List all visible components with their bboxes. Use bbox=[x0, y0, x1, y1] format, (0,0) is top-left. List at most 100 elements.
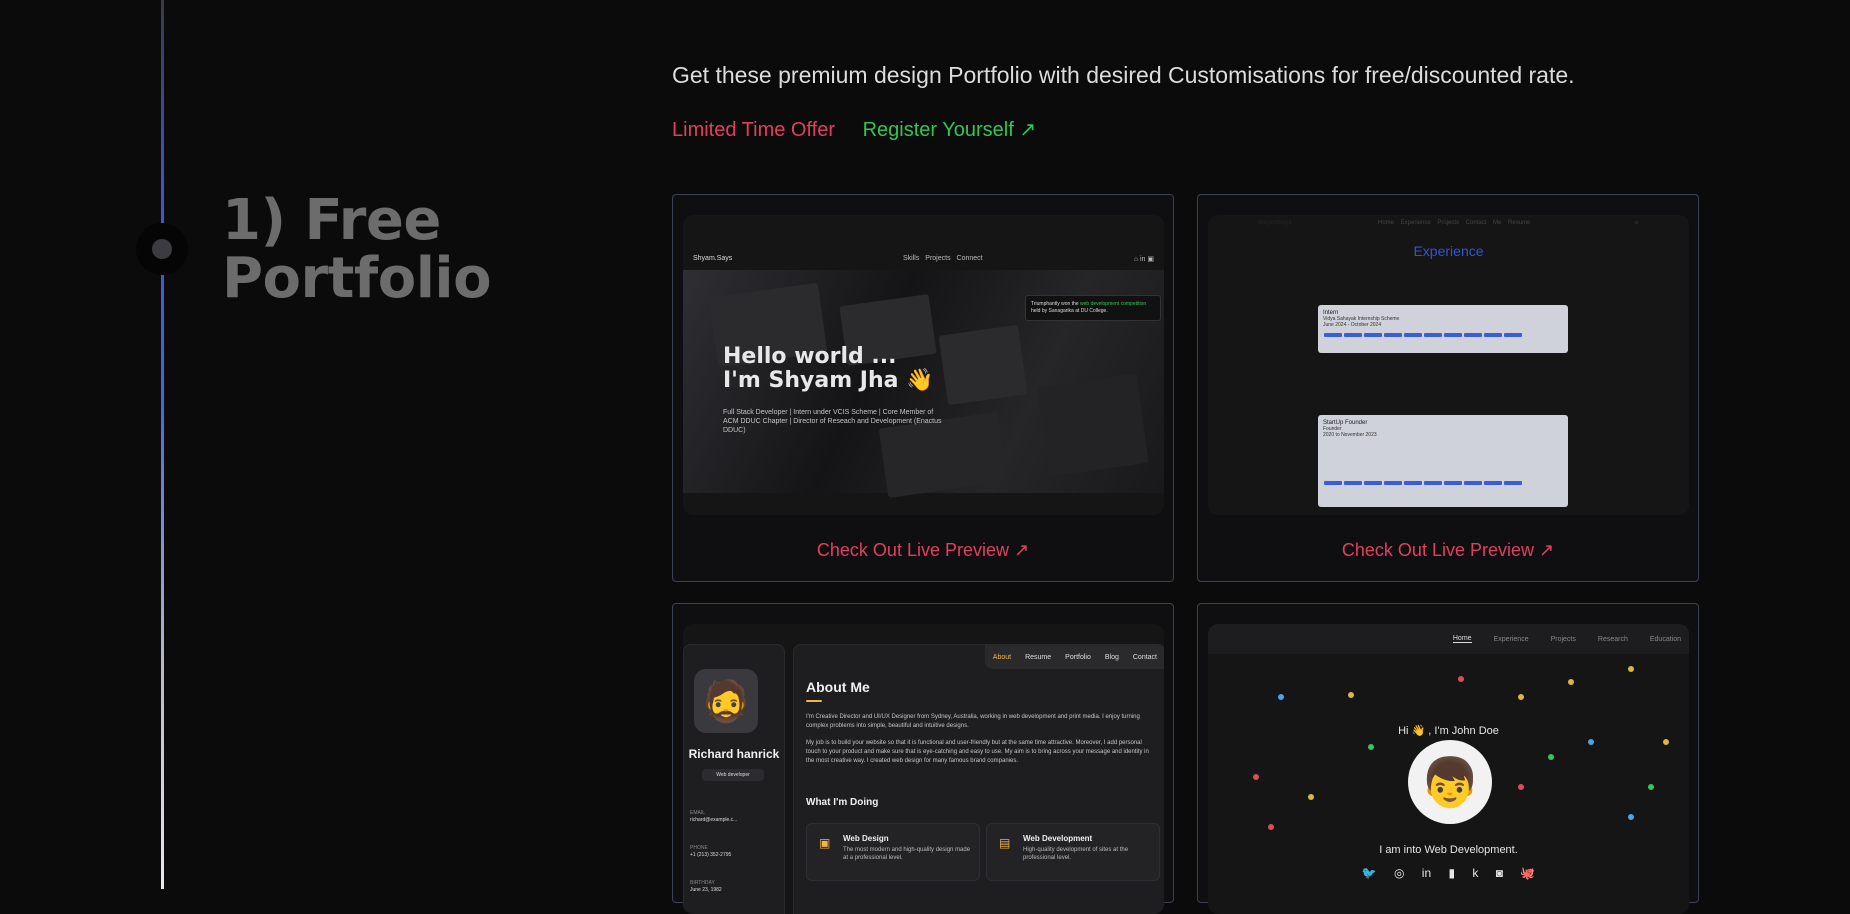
about-paragraph: I'm Creative Director and UI/UX Designer… bbox=[806, 714, 1140, 729]
service-desc: High-quality development of sites at the… bbox=[1023, 847, 1129, 861]
intro-text: Get these premium design Portfolio with … bbox=[672, 62, 1575, 88]
social-icons: 🐦 ◎ in ▮ k ◙ 🐙 bbox=[1361, 866, 1536, 880]
portfolio-screenshot-3: 🧔 Richard hanrick Web developer EMAIL ri… bbox=[683, 624, 1164, 914]
theme-toggle-icon: ☼ bbox=[1633, 220, 1640, 226]
register-link[interactable]: Register Yourself ↗ bbox=[863, 119, 1037, 141]
hero-greeting: Hi 👋 , I'm John Doe bbox=[1398, 725, 1499, 737]
about-title: About Me bbox=[806, 679, 870, 695]
particle-dot bbox=[1518, 694, 1524, 700]
contact-email: EMAIL richard@example.c... bbox=[690, 810, 737, 824]
timeline-step-dot-inner bbox=[152, 239, 172, 259]
avatar: 🧔 bbox=[694, 669, 758, 733]
nav-experience: Experience bbox=[1493, 635, 1529, 643]
design-icon: ▣ bbox=[819, 836, 831, 850]
screenshot-nav-links: Skills Projects Connect bbox=[903, 255, 983, 262]
contact-label: PHONE bbox=[690, 845, 708, 851]
code-icon: ▤ bbox=[999, 836, 1011, 850]
entry-date: 2020 to November 2023 bbox=[1323, 432, 1377, 438]
particle-dot bbox=[1278, 694, 1284, 700]
achievement-toast: Triumphantly won the web development com… bbox=[1025, 295, 1161, 321]
skill-tags bbox=[1323, 332, 1563, 340]
service-card: ▣ Web Design The most modern and high-qu… bbox=[806, 823, 980, 881]
limited-offer-label: Limited Time Offer bbox=[672, 119, 836, 141]
screenshot-nav: Home Experience Projects Research Educat… bbox=[1208, 624, 1689, 654]
nav-research: Research bbox=[1597, 635, 1628, 643]
avatar: 👦 bbox=[1408, 740, 1492, 824]
screenshot-brand: Shyam.Says bbox=[693, 255, 733, 262]
profile-sidebar: 🧔 Richard hanrick Web developer EMAIL ri… bbox=[683, 644, 785, 914]
service-title: Web Design bbox=[843, 834, 889, 843]
profile-name: Richard hanrick bbox=[688, 747, 780, 761]
experience-entry: Intern Vidya Sahayak Internship Scheme J… bbox=[1318, 305, 1568, 353]
service-desc: The most modern and high-quality design … bbox=[843, 847, 971, 861]
toast-text: held by Sanagarika at DU College. bbox=[1031, 308, 1108, 314]
skill-tags bbox=[1323, 480, 1563, 488]
portfolio-card-4: Home Experience Projects Research Educat… bbox=[1197, 603, 1699, 914]
screenshot-brand: ShyamSays bbox=[1258, 220, 1292, 226]
portfolio-screenshot-2: ShyamSays Home Experience Projects Conta… bbox=[1208, 215, 1689, 515]
tab-contact: Contact bbox=[1132, 653, 1157, 661]
nav-projects: Projects bbox=[1550, 635, 1576, 643]
experience-entry: StartUp Founder Founder 2020 to November… bbox=[1318, 415, 1568, 507]
collage-photo bbox=[1037, 373, 1149, 477]
particle-dot bbox=[1253, 774, 1259, 780]
particle-dot bbox=[1518, 784, 1524, 790]
collage-photo bbox=[938, 324, 1028, 406]
service-card: ▤ Web Development High-quality developme… bbox=[986, 823, 1160, 881]
particle-dot bbox=[1548, 754, 1554, 760]
about-panel: About Resume Portfolio Blog Contact Abou… bbox=[793, 644, 1164, 914]
contact-phone: PHONE +1 (213) 352-2795 bbox=[690, 845, 731, 859]
contact-value: +1 (213) 352-2795 bbox=[690, 852, 732, 858]
timeline-step-dot bbox=[136, 223, 188, 275]
contact-label: EMAIL bbox=[690, 810, 706, 816]
screenshot-nav-links: Home Experience Projects Contact Me Resu… bbox=[1378, 220, 1531, 226]
contact-birthday: BIRTHDAY June 23, 1982 bbox=[690, 880, 722, 894]
portfolio-card-1: Shyam.Says Skills Projects Connect ⌂ in … bbox=[672, 194, 1174, 582]
title-underline bbox=[806, 700, 822, 702]
hero-line-2: I'm Shyam Jha 👋 bbox=[723, 368, 934, 393]
particle-dot bbox=[1458, 676, 1464, 682]
doing-title: What I'm Doing bbox=[806, 797, 879, 808]
toast-highlight: web development competition bbox=[1080, 301, 1147, 307]
offer-row: Limited Time Offer Register Yourself ↗ bbox=[672, 117, 1036, 142]
particle-dot bbox=[1348, 692, 1354, 698]
tab-about: About bbox=[992, 653, 1012, 661]
tab-portfolio: Portfolio bbox=[1065, 653, 1091, 661]
profile-role: Web developer bbox=[702, 769, 764, 781]
hero-subtitle: Full Stack Developer | Intern under VCIS… bbox=[723, 409, 942, 434]
live-preview-link-1[interactable]: Check Out Live Preview ↗ bbox=[673, 540, 1173, 561]
toast-text: Triumphantly won the bbox=[1031, 301, 1079, 307]
portfolio-screenshot-4: Home Experience Projects Research Educat… bbox=[1208, 624, 1689, 914]
particle-dot bbox=[1588, 739, 1594, 745]
portfolio-card-2: ShyamSays Home Experience Projects Conta… bbox=[1197, 194, 1699, 582]
particle-dot bbox=[1663, 739, 1669, 745]
timeline-line bbox=[161, 0, 164, 889]
screenshot-social-icons: ⌂ in ▣ bbox=[1133, 256, 1154, 263]
particle-dot bbox=[1648, 784, 1654, 790]
contact-value: June 23, 1982 bbox=[690, 887, 722, 893]
tab-blog: Blog bbox=[1104, 653, 1119, 661]
hero-tagline: I am into Web Development. bbox=[1379, 844, 1518, 856]
portfolio-screenshot-1: Shyam.Says Skills Projects Connect ⌂ in … bbox=[683, 215, 1164, 515]
nav-home: Home bbox=[1452, 635, 1472, 643]
tab-resume: Resume bbox=[1025, 653, 1052, 661]
nav-education: Education bbox=[1649, 635, 1681, 643]
particle-dot bbox=[1368, 744, 1374, 750]
contact-label: BIRTHDAY bbox=[690, 880, 715, 886]
experience-title: Experience bbox=[1413, 243, 1484, 259]
particle-dot bbox=[1628, 666, 1634, 672]
profile-tabs: About Resume Portfolio Blog Contact bbox=[984, 645, 1164, 669]
contact-value: richard@example.c... bbox=[690, 817, 738, 823]
step-title: 1) Free Portfolio bbox=[222, 188, 492, 311]
particle-dot bbox=[1628, 814, 1634, 820]
particle-dot bbox=[1568, 679, 1574, 685]
particle-dot bbox=[1308, 794, 1314, 800]
about-paragraph: My job is to build your website so that … bbox=[806, 740, 1149, 764]
hero-line-1: Hello world ... bbox=[723, 344, 897, 369]
entry-date: June 2024 - October 2024 bbox=[1323, 322, 1382, 328]
portfolio-card-3: 🧔 Richard hanrick Web developer EMAIL ri… bbox=[672, 603, 1174, 914]
hero-greeting: Hello world ... I'm Shyam Jha 👋 bbox=[723, 345, 934, 393]
particle-dot bbox=[1268, 824, 1274, 830]
live-preview-link-2[interactable]: Check Out Live Preview ↗ bbox=[1198, 540, 1698, 561]
service-title: Web Development bbox=[1023, 834, 1093, 843]
